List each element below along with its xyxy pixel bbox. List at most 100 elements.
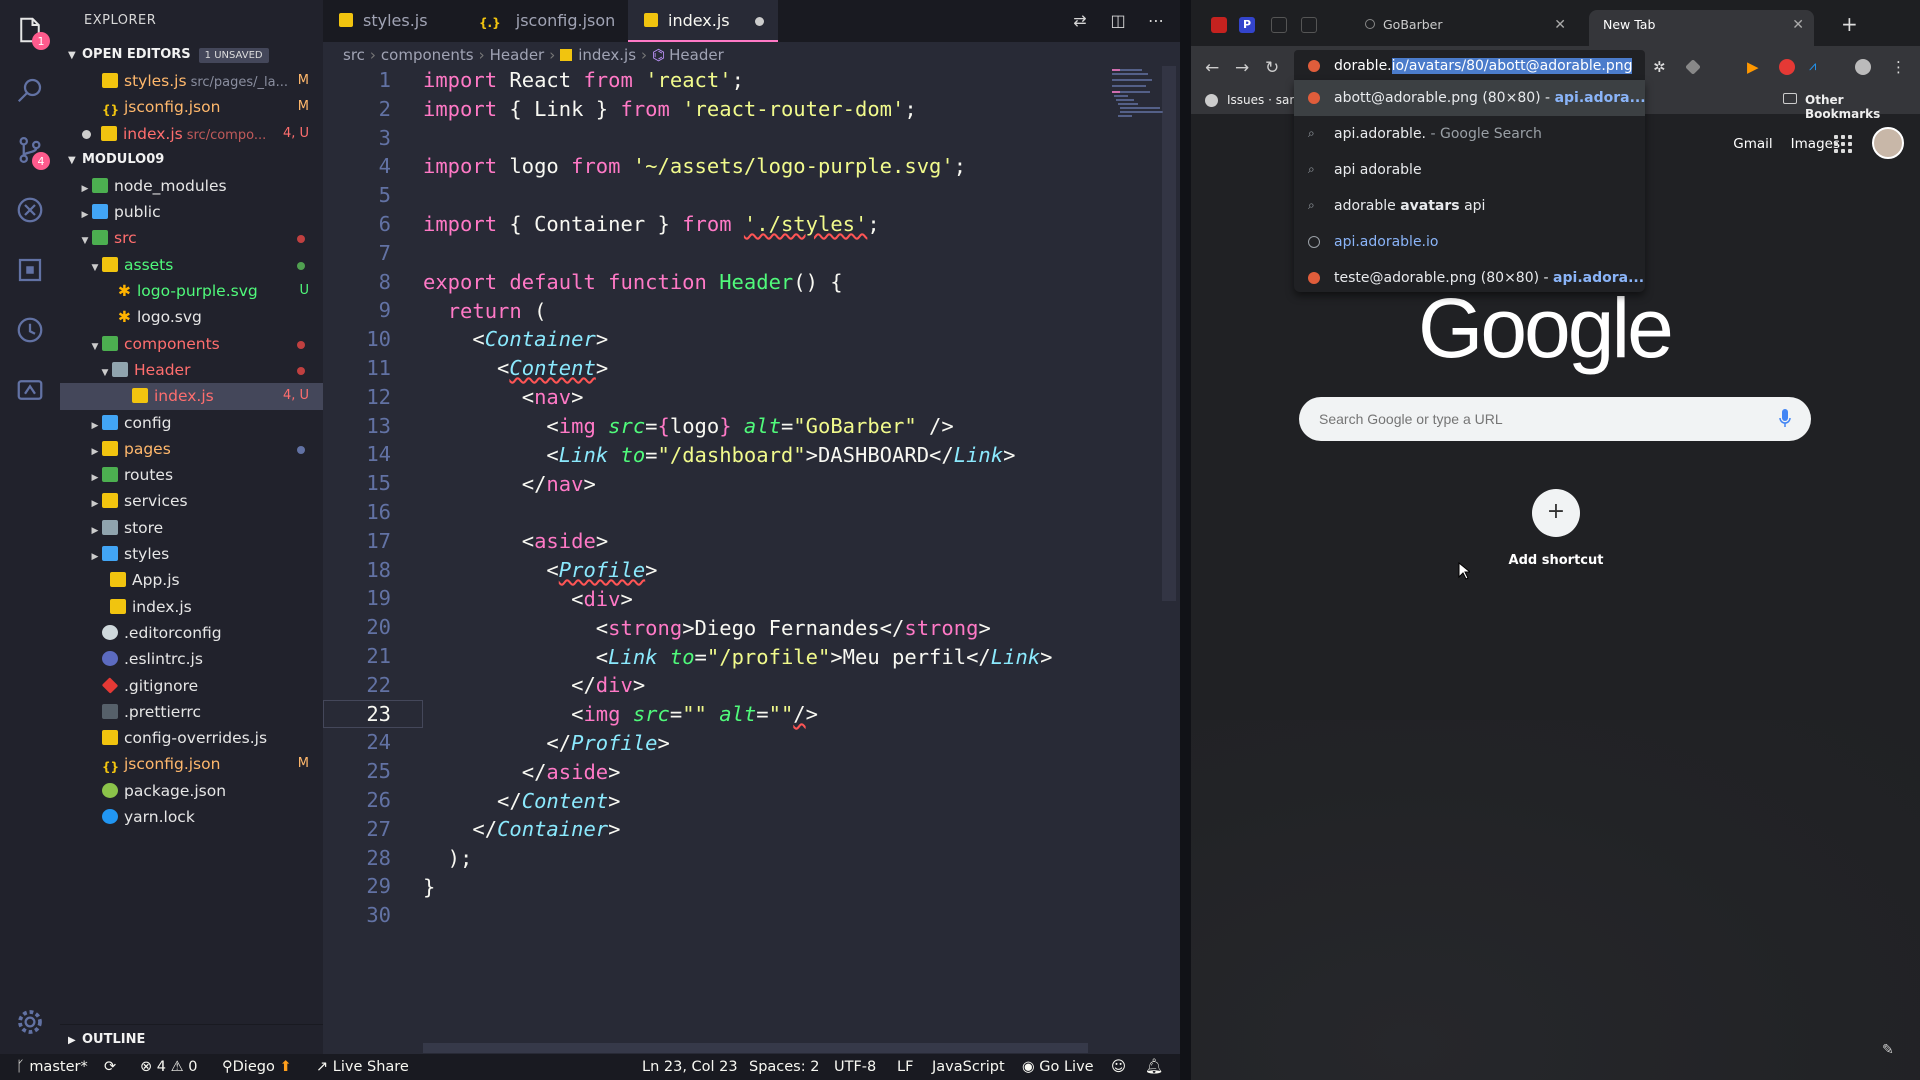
live-share-button[interactable]: ↗ Live Share [316,1054,409,1080]
suggestion-item[interactable]: teste@adorable.png (80×80) - api.adora..… [1294,260,1645,296]
tree-folder[interactable]: ▶ pages [60,436,323,462]
tree-file[interactable]: config-overrides.js [60,725,323,751]
gmail-tab-icon[interactable] [1211,17,1227,33]
gmail-link[interactable]: Gmail [1733,136,1772,152]
tree-file[interactable]: .prettierrc [60,699,323,725]
suggestion-item[interactable]: ⌕ api.adorable. - Google Search [1294,116,1645,152]
other-bookmarks[interactable]: Other Bookmarks [1805,93,1920,121]
microphone-icon[interactable] [1779,409,1791,429]
new-tab-plus-icon[interactable]: + [1841,12,1858,36]
close-tab-icon[interactable]: ✕ [1792,10,1804,40]
tab-styles-js[interactable]: styles.js [323,0,463,42]
tree-file[interactable]: .gitignore [60,673,323,699]
split-editor-icon[interactable]: ◫ [1108,10,1128,30]
extension-play-icon[interactable]: ▶ [1747,59,1763,75]
ntp-search-box[interactable] [1299,397,1811,441]
tree-file-selected[interactable]: index.js 4, U [60,383,323,410]
settings-gear-icon[interactable] [14,1006,46,1038]
unsaved-dot-icon[interactable] [755,17,764,26]
loading-tab-icon[interactable] [1301,17,1317,33]
user-indicator[interactable]: ⚲Diego ⬆ [222,1054,292,1080]
tree-folder[interactable]: ▶ routes [60,462,323,488]
tree-file[interactable]: App.js [60,567,323,593]
tree-folder[interactable]: ▶ config [60,410,323,436]
pinned-tab-p-icon[interactable]: P [1239,17,1255,33]
open-editors-section[interactable]: ▼ OPEN EDITORS 1 UNSAVED [60,42,323,68]
tree-file[interactable]: yarn.lock [60,804,323,830]
extension-cube-icon[interactable] [1685,59,1701,75]
suggestion-item[interactable]: ⌕ adorable avatars api [1294,188,1645,224]
loading-tab-icon[interactable] [1271,17,1287,33]
tree-file[interactable]: index.js [60,594,323,620]
images-link[interactable]: Images [1791,136,1840,152]
tree-folder[interactable]: ▼ src [60,225,323,251]
code-editor[interactable]: 1 2 3 4 5 6 7 8 9 10 11 12 13 14 15 16 17 18 19 20 21 22 23 24 2… [323,66,1111,1036]
tree-file[interactable]: package.json [60,778,323,804]
tree-folder[interactable]: ▼ assets [60,252,323,278]
tree-file[interactable]: ✱ logo.svg [60,304,323,330]
suggestion-item[interactable]: abott@adorable.png (80×80) - api.adora..… [1294,80,1645,116]
debug-icon[interactable] [14,194,46,226]
tab-new-tab[interactable]: New Tab ✕ [1589,10,1814,46]
breadcrumb-item[interactable]: index.js [578,46,636,64]
back-arrow-icon[interactable]: ← [1205,58,1219,78]
extension-react-icon[interactable]: ✲ [1653,59,1669,75]
cursor-position[interactable]: Ln 23, Col 23 [642,1054,738,1080]
more-actions-icon[interactable]: ⋯ [1146,10,1166,30]
forward-arrow-icon[interactable]: → [1235,58,1249,78]
sync-icon[interactable]: ⟳ [104,1054,116,1080]
line-ending[interactable]: LF [897,1054,913,1080]
breadcrumb-item[interactable]: Header [669,46,724,64]
project-section[interactable]: ▼ MODULO09 [60,147,323,173]
minimap[interactable] [1108,66,1164,126]
address-bar[interactable]: dorable.io/avatars/80/abott@adorable.png [1294,50,1645,84]
ntp-search-input[interactable] [1319,397,1759,441]
tab-jsconfig[interactable]: {.} jsconfig.json [463,0,623,42]
tree-file[interactable]: .eslintrc.js [60,646,323,672]
git-branch[interactable]: ᚴ master* [16,1054,88,1080]
open-editor-item[interactable]: index.js src/compo... 4, U [60,121,323,147]
indentation[interactable]: Spaces: 2 [749,1054,819,1080]
tree-folder[interactable]: ▶ services [60,488,323,514]
encoding[interactable]: UTF-8 [834,1054,876,1080]
suggestion-item[interactable]: ⌕ api adorable [1294,152,1645,188]
tree-file[interactable]: ✱ logo-purple.svg U [60,278,323,304]
vertical-scrollbar[interactable] [1162,66,1176,601]
account-avatar[interactable] [1872,127,1904,159]
remote-explorer-icon[interactable] [14,374,46,406]
outline-section[interactable]: ▶ OUTLINE [60,1024,323,1054]
apps-grid-icon[interactable] [1834,135,1852,153]
tree-file[interactable]: .editorconfig [60,620,323,646]
feedback-smiley-icon[interactable]: ☺ [1111,1054,1126,1080]
language-mode[interactable]: JavaScript [932,1054,1005,1080]
tree-file[interactable]: {} jsconfig.json M [60,751,323,777]
timeline-icon[interactable] [14,314,46,346]
tab-gobarber[interactable]: GoBarber ✕ [1351,10,1576,46]
tab-index-js[interactable]: index.js [628,0,778,42]
open-editor-item[interactable]: {} jsconfig.json M [60,94,323,120]
tree-folder[interactable]: ▶ node_modules [60,173,323,199]
breadcrumb-item[interactable]: Header [490,46,545,64]
reload-icon[interactable]: ↻ [1265,58,1279,78]
profile-avatar-icon[interactable] [1855,59,1871,75]
breadcrumb-item[interactable]: src [343,46,365,64]
compare-changes-icon[interactable]: ⇄ [1070,10,1090,30]
suggestion-item[interactable]: api.adorable.io [1294,224,1645,260]
chrome-menu-icon[interactable]: ⋮ [1891,59,1907,75]
tree-folder[interactable]: ▼ components [60,331,323,357]
extension-blue-icon[interactable]: ⩘ [1809,59,1825,75]
search-icon[interactable] [14,74,46,106]
bookmark-issues[interactable]: Issues · san [1227,93,1297,107]
horizontal-scrollbar[interactable] [423,1043,1088,1053]
tree-folder[interactable]: ▼ Header [60,357,323,383]
customize-pencil-icon[interactable]: ✎ [1882,1042,1898,1058]
open-editor-item[interactable]: styles.js src/pages/_la... M [60,68,323,94]
close-tab-icon[interactable]: ✕ [1554,10,1566,40]
breadcrumb-item[interactable]: components [381,46,474,64]
problems-indicator[interactable]: ⊗ 4 ⚠ 0 [140,1054,197,1080]
go-live-button[interactable]: ◉ Go Live [1022,1054,1094,1080]
extensions-icon[interactable] [14,254,46,286]
notification-bell-icon[interactable]: 🔔︎ [1145,1054,1163,1080]
extension-red-icon[interactable] [1779,59,1795,75]
source-control-icon[interactable]: 4 [14,134,50,170]
